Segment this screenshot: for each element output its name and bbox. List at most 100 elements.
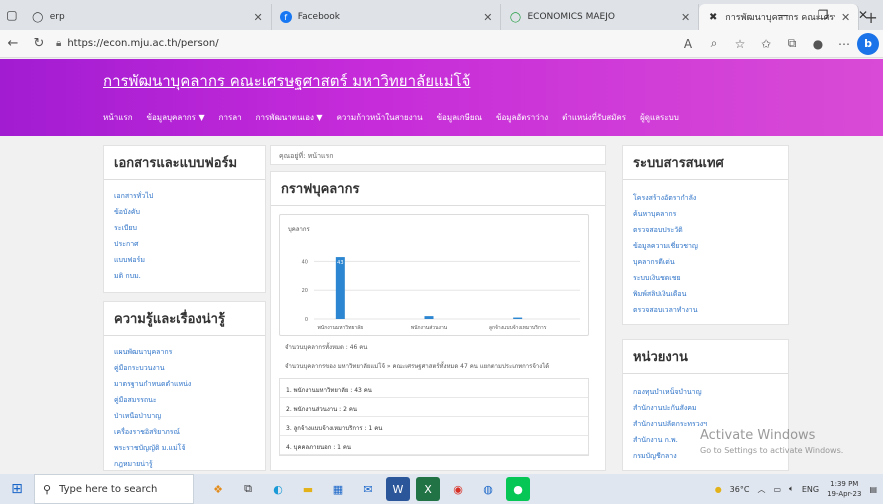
weather-icon[interactable]: ● bbox=[715, 485, 722, 494]
knowledge-link[interactable]: แผนพัฒนาบุคลากร bbox=[114, 344, 255, 360]
knowledge-panel: ความรู้และเรื่องน่ารู้ แผนพัฒนาบุคลากร ค… bbox=[103, 301, 266, 471]
personnel-graph-panel: กราฟบุคลากร บุคลากร 0 20 40 พนักงานมหาวิทยาล… bbox=[270, 171, 606, 471]
volume-icon[interactable]: 🔈︎ bbox=[789, 484, 794, 494]
system-tray: ● 36°C ︿ ▭ 🔈︎ ENG 1:39 PM 19-Apr-23 ▤ bbox=[715, 474, 877, 504]
knowledge-link[interactable]: พระราชบัญญัติ ม.แม่โจ้ bbox=[114, 440, 255, 456]
store-icon[interactable]: ▦ bbox=[326, 477, 350, 501]
knowledge-link[interactable]: มาตรฐานกำหนดตำแหน่ง bbox=[114, 376, 255, 392]
excel-icon[interactable]: X bbox=[416, 477, 440, 501]
knowledge-list: แผนพัฒนาบุคลากร คู่มือกระบวนงาน มาตรฐานก… bbox=[104, 336, 265, 480]
tab-facebook[interactable]: f Facebook ✕ bbox=[272, 4, 502, 30]
taskbar: ⊞ ⚲ Type here to search ❖ ⧉ ◐ ▬ ▦ ✉ W X … bbox=[0, 474, 883, 504]
close-icon[interactable]: ✕ bbox=[254, 11, 263, 24]
nav-career-progress[interactable]: ความก้าวหน้าในสายงาน bbox=[337, 111, 423, 124]
nav-leave[interactable]: การลา bbox=[219, 111, 242, 124]
word-icon[interactable]: W bbox=[386, 477, 410, 501]
nav-self-development[interactable]: การพัฒนาตนเอง ▼ bbox=[256, 111, 323, 124]
close-window-icon[interactable]: ✕ bbox=[843, 0, 883, 30]
doc-link[interactable]: แบบฟอร์ม bbox=[114, 252, 255, 268]
doc-link[interactable]: ข้อบังคับ bbox=[114, 204, 255, 220]
taskbar-apps: ❖ ⧉ ◐ ▬ ▦ ✉ W X ◉ ◍ ● bbox=[206, 477, 530, 501]
knowledge-title: ความรู้และเรื่องน่ารู้ bbox=[104, 302, 265, 336]
window-menu-icon[interactable]: ▢ bbox=[0, 0, 24, 30]
knowledge-link[interactable]: ป่าเหนือป่าบาญ bbox=[114, 408, 255, 424]
chevron-up-icon[interactable]: ︿ bbox=[757, 484, 765, 495]
edge-icon[interactable]: ◐ bbox=[266, 477, 290, 501]
info-link[interactable]: ข้อมูลความเชี่ยวชาญ bbox=[633, 238, 778, 254]
refresh-icon[interactable]: ↻ bbox=[26, 30, 52, 58]
breadcrumb: คุณอยู่ที่: หน้าแรก bbox=[270, 145, 606, 165]
back-icon[interactable]: ← bbox=[0, 30, 26, 58]
taskbar-search[interactable]: ⚲ Type here to search bbox=[34, 474, 194, 504]
favorite-icon[interactable]: ☆ bbox=[727, 30, 753, 58]
clock-date: 19-Apr-23 bbox=[827, 490, 862, 498]
unit-link[interactable]: กองทุนบำเหน็จบำนาญ bbox=[633, 384, 778, 400]
site-header: การพัฒนาบุคลากร คณะเศรษฐศาสตร์ มหาวิทยาล… bbox=[0, 59, 883, 136]
info-link[interactable]: พิมพ์สลิปเงินเดือน bbox=[633, 286, 778, 302]
page-title: กราฟบุคลากร bbox=[271, 172, 605, 206]
info-link[interactable]: ตรวจสอบประวัติ bbox=[633, 222, 778, 238]
minimize-icon[interactable]: — bbox=[763, 0, 803, 30]
doc-link[interactable]: มติ กบม. bbox=[114, 268, 255, 284]
info-link[interactable]: บุคลากรดีเด่น bbox=[633, 254, 778, 270]
doc-link[interactable]: ประกาศ bbox=[114, 236, 255, 252]
collections-icon[interactable]: ⧉ bbox=[779, 30, 805, 58]
table-row: 2. พนักงานส่วนงาน : 2 คน bbox=[280, 398, 588, 417]
mail-icon[interactable]: ✉ bbox=[356, 477, 380, 501]
info-link[interactable]: โครงสร้างอัตรากำลัง bbox=[633, 190, 778, 206]
nav-personnel[interactable]: ข้อมูลบุคลากร ▼ bbox=[147, 111, 205, 124]
site-logo-icon: ✖ bbox=[709, 11, 718, 23]
employment-table: 1. พนักงานมหาวิทยาลัย : 43 คน 2. พนักงาน… bbox=[279, 378, 589, 456]
site-title[interactable]: การพัฒนาบุคลากร คณะเศรษฐศาสตร์ มหาวิทยาล… bbox=[103, 69, 470, 93]
address-bar: ← ↻ 🔒︎ https://econ.mju.ac.th/person/ A … bbox=[0, 30, 883, 58]
profile-icon[interactable]: ● bbox=[805, 30, 831, 58]
x-tick-label: พนักงานส่วนงาน bbox=[411, 325, 448, 331]
info-link[interactable]: ระบบเงินชดเชย bbox=[633, 270, 778, 286]
knowledge-link[interactable]: กฎหมายน่ารู้ bbox=[114, 456, 255, 472]
network-icon[interactable]: ▭ bbox=[773, 485, 781, 494]
knowledge-link[interactable]: เครื่องราชอิสริยาภรณ์ bbox=[114, 424, 255, 440]
doc-link[interactable]: ระเบียบ bbox=[114, 220, 255, 236]
chrome-icon[interactable]: ◉ bbox=[446, 477, 470, 501]
bing-icon[interactable]: b bbox=[857, 32, 879, 55]
globe-app-icon[interactable]: ◍ bbox=[476, 477, 500, 501]
doc-link[interactable]: เอกสารทั่วไป bbox=[114, 188, 255, 204]
line-icon[interactable]: ● bbox=[506, 477, 530, 501]
close-icon[interactable]: ✕ bbox=[681, 11, 690, 24]
nav-vacancies[interactable]: ข้อมูลอัตราว่าง bbox=[496, 111, 548, 124]
nav-open-positions[interactable]: ตำแหน่งที่รับสมัคร bbox=[562, 111, 626, 124]
table-row: 4. บุคคลภายนอก : 1 คน bbox=[280, 436, 588, 455]
chart-svg: บุคลากร 0 20 40 พนักงานมหาวิทยาลัย 43 พนักงานส… bbox=[288, 226, 580, 331]
restore-icon[interactable]: ❐ bbox=[803, 0, 843, 30]
language-indicator[interactable]: ENG bbox=[802, 485, 819, 494]
file-explorer-icon[interactable]: ▬ bbox=[296, 477, 320, 501]
x-tick-label: พนักงานมหาวิทยาลัย bbox=[318, 324, 364, 331]
documents-panel: เอกสารและแบบฟอร์ม เอกสารทั่วไป ข้อบังคับ… bbox=[103, 145, 266, 293]
zoom-icon[interactable]: ⌕ bbox=[701, 30, 727, 58]
knowledge-link[interactable]: คู่มือสมรรถนะ bbox=[114, 392, 255, 408]
task-view-icon[interactable]: ⧉ bbox=[236, 477, 260, 501]
clock-time: 1:39 PM bbox=[830, 480, 859, 488]
clock[interactable]: 1:39 PM 19-Apr-23 bbox=[827, 479, 861, 499]
temperature[interactable]: 36°C bbox=[730, 485, 750, 494]
nav-retirement[interactable]: ข้อมูลเกษียณ bbox=[437, 111, 482, 124]
tab-erp[interactable]: ◯ erp ✕ bbox=[24, 4, 272, 30]
favorites-icon[interactable]: ✩ bbox=[753, 30, 779, 58]
more-icon[interactable]: ⋯ bbox=[831, 30, 857, 58]
news-widget-icon[interactable]: ❖ bbox=[206, 477, 230, 501]
bar bbox=[513, 317, 523, 319]
info-link[interactable]: ตรวจสอบเวลาทำงาน bbox=[633, 302, 778, 318]
chart-title: บุคลากร bbox=[288, 226, 311, 233]
notifications-icon[interactable]: ▤ bbox=[869, 485, 877, 494]
knowledge-link[interactable]: คู่มือกระบวนงาน bbox=[114, 360, 255, 376]
tab-economics[interactable]: ◯ ECONOMICS MAEJO ✕ bbox=[501, 4, 700, 30]
nav-home[interactable]: หน้าแรก bbox=[103, 111, 133, 124]
windows-start-icon[interactable]: ⊞ bbox=[0, 474, 34, 504]
browser-tab-strip: ▢ ◯ erp ✕ f Facebook ✕ ◯ ECONOMICS MAEJO… bbox=[0, 0, 883, 30]
close-icon[interactable]: ✕ bbox=[483, 11, 492, 24]
url-field[interactable]: 🔒︎ https://econ.mju.ac.th/person/ bbox=[52, 33, 675, 55]
read-aloud-icon[interactable]: A bbox=[675, 30, 701, 58]
unit-link[interactable]: สำนักงานปะกันสังคม bbox=[633, 400, 778, 416]
info-link[interactable]: ค้นหาบุคลากร bbox=[633, 206, 778, 222]
nav-admin[interactable]: ผู้ดูแลระบบ bbox=[640, 111, 679, 124]
